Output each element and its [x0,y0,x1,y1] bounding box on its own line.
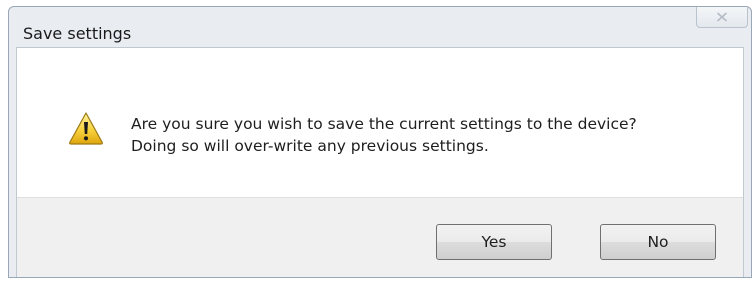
dialog-window: Save settings Are you sure you wish to s… [8,6,752,278]
close-icon [716,12,728,22]
dialog-body: Are you sure you wish to save the curren… [16,47,744,277]
close-button[interactable] [696,7,748,28]
button-bar: Yes No [17,197,743,277]
message-area: Are you sure you wish to save the curren… [17,48,743,197]
title-bar[interactable]: Save settings [9,7,751,47]
yes-button[interactable]: Yes [436,224,552,260]
window-title: Save settings [23,24,132,43]
confirmation-message: Are you sure you wish to save the curren… [131,113,637,157]
no-button[interactable]: No [600,224,716,260]
message-line-1: Are you sure you wish to save the curren… [131,115,637,133]
warning-icon [69,112,103,145]
message-line-2: Doing so will over-write any previous se… [131,137,489,155]
